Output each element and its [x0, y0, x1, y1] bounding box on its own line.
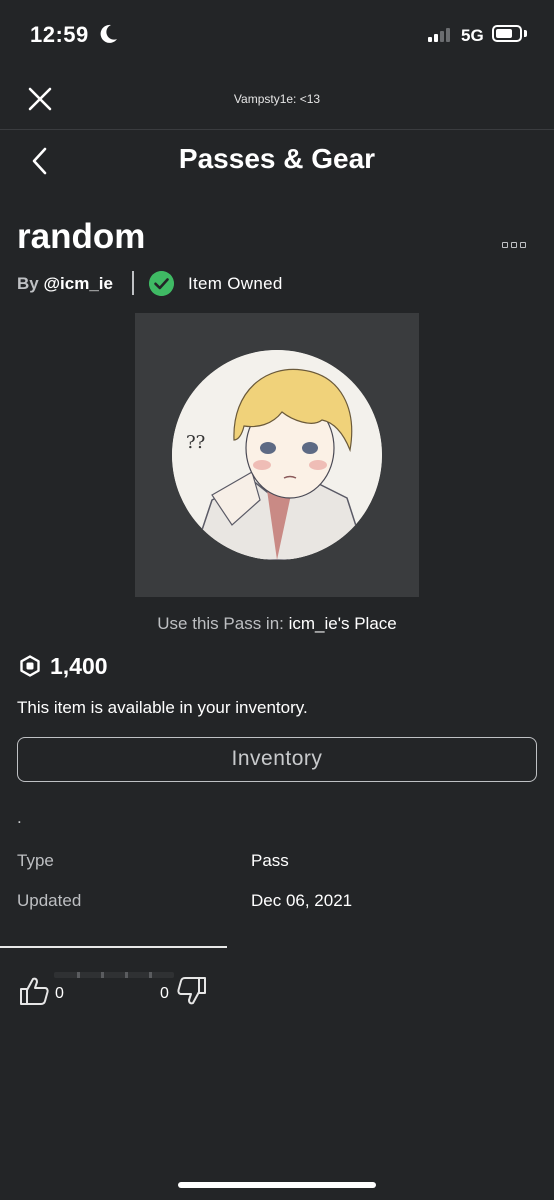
- robux-icon: [20, 655, 40, 677]
- item-thumbnail-image: ??: [172, 350, 382, 560]
- more-options-icon[interactable]: [502, 242, 526, 248]
- item-price: 1,400: [50, 653, 108, 679]
- section-divider: [0, 946, 227, 948]
- network-type: 5G: [461, 26, 484, 45]
- check-circle-icon: [149, 271, 174, 296]
- moon-icon: [100, 24, 117, 43]
- item-description: .: [17, 808, 22, 827]
- by-label: By: [17, 274, 39, 293]
- inventory-button[interactable]: Inventory: [17, 737, 537, 782]
- use-pass-line: Use this Pass in: icm_ie's Place: [0, 614, 554, 634]
- page-title: Passes & Gear: [178, 143, 376, 174]
- signal-icon: [428, 28, 450, 42]
- thumbs-down-icon[interactable]: [176, 975, 208, 1007]
- thumbs-up-icon[interactable]: [18, 975, 50, 1007]
- upvote-count: 0: [55, 985, 64, 1002]
- detail-label-updated: Updated: [17, 891, 82, 910]
- owned-status: Item Owned: [188, 274, 283, 293]
- detail-label-type: Type: [17, 851, 54, 870]
- downvote-count: 0: [160, 985, 169, 1002]
- detail-value-updated: Dec 06, 2021: [251, 891, 353, 910]
- creator-byline: By @icm_ie: [17, 274, 113, 294]
- battery-tip: [524, 30, 527, 37]
- svg-text:??: ??: [186, 432, 205, 453]
- availability-text: This item is available in your inventory…: [17, 698, 308, 717]
- battery-icon: [492, 25, 522, 42]
- status-time: 12:59: [30, 22, 89, 47]
- home-indicator[interactable]: [178, 1182, 376, 1188]
- use-pass-prefix: Use this Pass in:: [157, 614, 284, 633]
- vote-ratio-bar: [54, 972, 174, 978]
- place-link[interactable]: icm_ie's Place: [289, 614, 397, 633]
- item-title: random: [17, 217, 146, 256]
- window-subtitle: Vampsty1e: <13: [233, 92, 321, 106]
- top-divider: [0, 129, 554, 130]
- byline-separator: [132, 271, 134, 295]
- detail-value-type: Pass: [251, 851, 289, 870]
- creator-link[interactable]: @icm_ie: [43, 274, 113, 293]
